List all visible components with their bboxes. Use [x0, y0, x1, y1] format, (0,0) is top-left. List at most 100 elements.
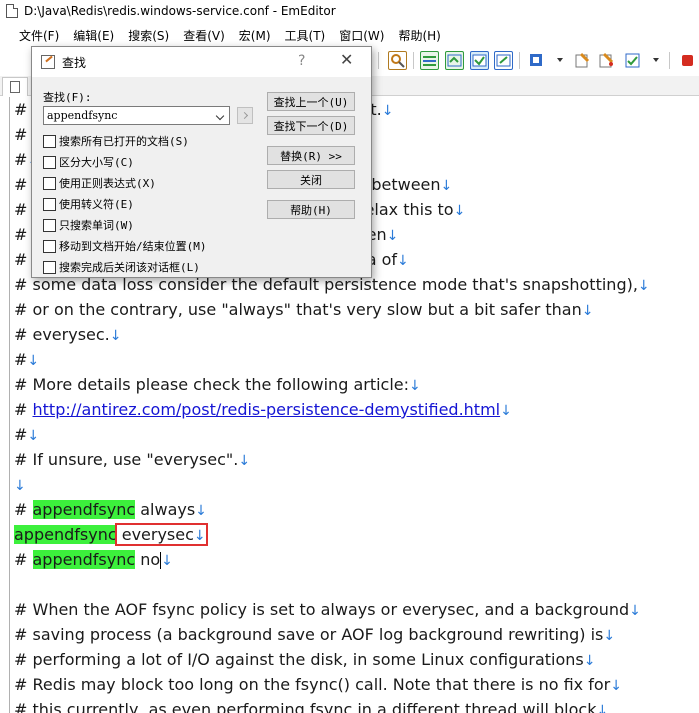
menu-macro[interactable]: 宏(M): [232, 27, 278, 44]
eol-marker-icon: ↓: [14, 478, 26, 494]
toolbar-separator: [378, 52, 379, 69]
line-text: # If unsure, use "everysec".: [14, 450, 239, 469]
line-text: #: [14, 550, 33, 569]
find-dialog-titlebar[interactable]: 查找 ? ✕: [32, 47, 371, 77]
editor-line: # appendfsync no↓: [14, 547, 173, 572]
checkbox[interactable]: [43, 218, 56, 232]
line-text: # this currently, as even performing fsy…: [14, 700, 597, 713]
editor-line: #↓: [14, 347, 39, 372]
chevron-right-icon[interactable]: [237, 107, 253, 124]
document-tab[interactable]: [2, 77, 28, 96]
find-icon[interactable]: [388, 51, 407, 70]
find-dialog: 查找 ? ✕ 查找(F): 搜索所有已打开的文档(S) 区分大小写(C) 使用正…: [31, 46, 372, 278]
editor-line: # saving process (a background save or A…: [14, 622, 615, 647]
eol-marker-icon: ↓: [109, 328, 122, 344]
help-icon[interactable]: ?: [298, 53, 305, 69]
editor-line: appendfsync everysec↓: [14, 522, 208, 547]
menu-help[interactable]: 帮助(H): [391, 27, 447, 44]
toolbar-separator: [519, 52, 520, 69]
editor-line: # or on the contrary, use "always" that'…: [14, 297, 593, 322]
find-dialog-icon: [41, 55, 55, 69]
eol-marker-icon: ↓: [409, 378, 421, 394]
line-text: #: [14, 500, 33, 519]
find-input[interactable]: [44, 107, 212, 124]
line-text: #: [14, 425, 28, 444]
eol-marker-icon: ↓: [161, 553, 173, 569]
chevron-down-icon[interactable]: [213, 107, 229, 124]
find-next-button[interactable]: 查找下一个(D): [267, 116, 355, 135]
checkbox[interactable]: [43, 134, 56, 148]
toolbar-separator: [669, 52, 670, 69]
document-icon: [10, 81, 20, 93]
help-button[interactable]: 帮助(H): [267, 200, 355, 219]
search-highlight: appendfsync: [14, 525, 117, 544]
search-highlight: appendfsync: [32, 550, 136, 569]
eol-marker-icon: ↓: [610, 678, 622, 694]
replace-button[interactable]: 替换(R) >>: [267, 146, 355, 165]
option-close-on-finish[interactable]: 搜索完成后关闭该对话框(L): [43, 259, 200, 275]
eol-marker-icon: ↓: [453, 203, 466, 219]
chevron-down-icon[interactable]: [557, 58, 563, 62]
editor-line: # performing a lot of I/O against the di…: [14, 647, 595, 672]
option-search-all-docs[interactable]: 搜索所有已打开的文档(S): [43, 133, 189, 149]
eol-marker-icon: ↓: [581, 303, 594, 319]
eol-marker-icon: ↓: [27, 428, 40, 444]
option-whole-word[interactable]: 只搜索单词(W): [43, 217, 134, 233]
find-combobox[interactable]: [43, 106, 230, 125]
checkbox[interactable]: [43, 239, 56, 253]
option-regex[interactable]: 使用正则表达式(X): [43, 175, 156, 191]
hyperlink[interactable]: http://antirez.com/post/redis-persistenc…: [33, 400, 501, 419]
menu-tools[interactable]: 工具(T): [278, 27, 333, 44]
find-previous-button[interactable]: 查找上一个(U): [267, 92, 355, 111]
tool-icon[interactable]: [597, 51, 616, 70]
eol-marker-icon: ↓: [397, 253, 409, 269]
editor-line: #↓: [14, 422, 39, 447]
search-highlight: appendfsync: [32, 500, 136, 519]
menu-bar: 文件(F) 编辑(E) 搜索(S) 查看(V) 宏(M) 工具(T) 窗口(W)…: [0, 24, 699, 46]
editor-line: # appendfsync always↓: [14, 497, 207, 522]
eol-marker-icon: ↓: [381, 103, 394, 119]
checkbox[interactable]: [43, 260, 56, 274]
record-icon[interactable]: [678, 51, 697, 70]
window-title: D:\Java\Redis\redis.windows-service.conf…: [24, 4, 336, 18]
option-escape[interactable]: 使用转义符(E): [43, 196, 134, 212]
eol-marker-icon: ↓: [637, 278, 650, 294]
menu-file[interactable]: 文件(F): [12, 27, 66, 44]
find-next-icon[interactable]: [420, 51, 439, 70]
menu-edit[interactable]: 编辑(E): [66, 27, 121, 44]
settings-icon[interactable]: [623, 51, 642, 70]
eol-marker-icon: ↓: [193, 528, 206, 544]
eol-marker-icon: ↓: [27, 353, 40, 369]
option-wrap-around[interactable]: 移动到文档开始/结束位置(M): [43, 238, 207, 254]
wrap-icon[interactable]: [527, 51, 546, 70]
line-text: everysec: [116, 525, 194, 544]
line-text: # saving process (a background save or A…: [14, 625, 604, 644]
find-prev-icon[interactable]: [445, 51, 464, 70]
close-icon[interactable]: ✕: [340, 50, 353, 69]
line-text: # More details please check the followin…: [14, 375, 410, 394]
line-text: #: [14, 150, 28, 169]
menu-search[interactable]: 搜索(S): [121, 27, 176, 44]
view-icon[interactable]: [494, 51, 513, 70]
editor-line: # If unsure, use "everysec".↓: [14, 447, 250, 472]
option-match-case[interactable]: 区分大小写(C): [43, 154, 134, 170]
chevron-down-icon[interactable]: [653, 58, 659, 62]
editor-line: ↓: [14, 472, 26, 497]
close-button[interactable]: 关闭: [267, 170, 355, 189]
checkbox[interactable]: [43, 176, 56, 190]
menu-window[interactable]: 窗口(W): [332, 27, 391, 44]
replace-icon[interactable]: [470, 51, 489, 70]
checkbox[interactable]: [43, 155, 56, 169]
editor-line: # Redis may block too long on the fsync(…: [14, 672, 622, 697]
line-text: # performing a lot of I/O against the di…: [14, 650, 584, 669]
annotation-box: everysec↓: [114, 523, 208, 546]
line-text: # everysec.: [14, 325, 110, 344]
eol-marker-icon: ↓: [440, 178, 453, 194]
checkbox[interactable]: [43, 197, 56, 211]
eol-marker-icon: ↓: [386, 228, 399, 244]
line-text: #: [14, 400, 33, 419]
menu-view[interactable]: 查看(V): [176, 27, 232, 44]
editor-line: # When the AOF fsync policy is set to al…: [14, 597, 641, 622]
line-text: no: [135, 550, 161, 569]
macro-icon[interactable]: [573, 51, 592, 70]
